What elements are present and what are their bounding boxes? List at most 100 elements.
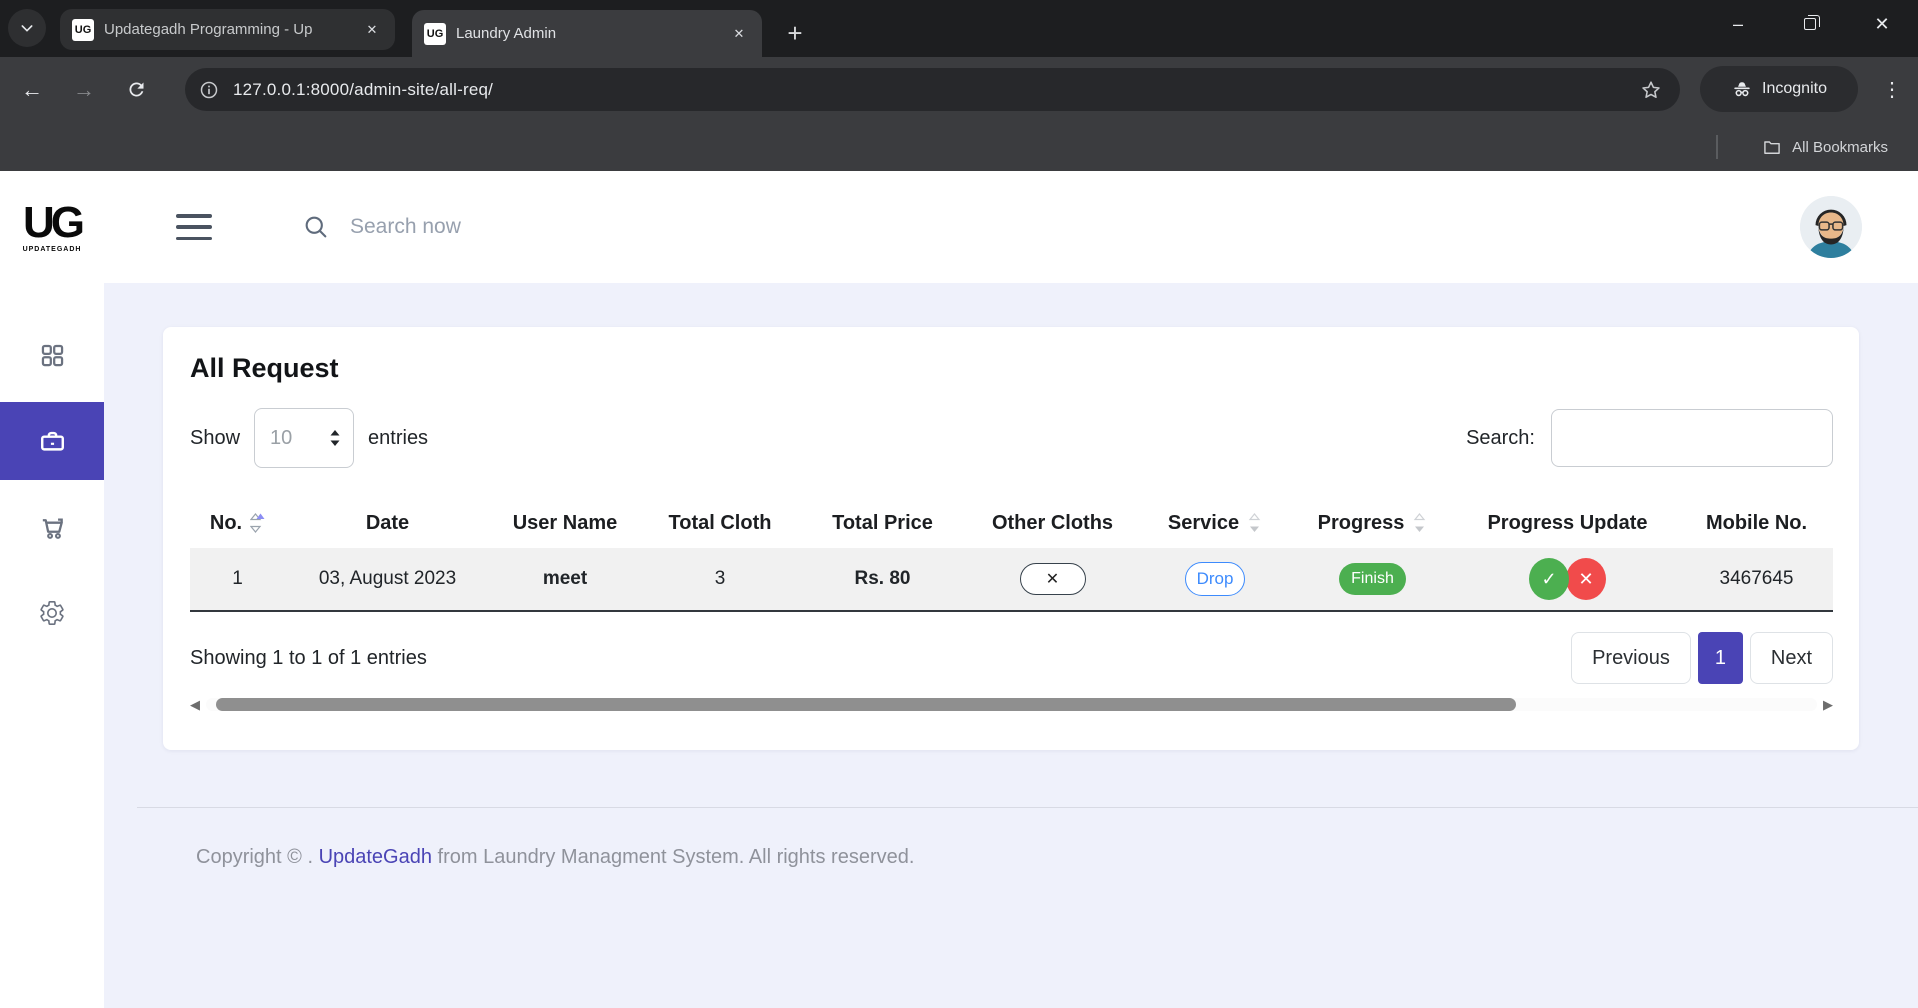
search-icon — [302, 213, 330, 241]
column-header-progress[interactable]: Progress — [1290, 498, 1455, 548]
address-bar[interactable]: 127.0.0.1:8000/admin-site/all-req/ — [185, 68, 1680, 111]
table-header-row: No. Date User Name Total Cl — [190, 498, 1833, 548]
minimize-button[interactable]: – — [1702, 0, 1774, 48]
reload-button[interactable] — [116, 70, 156, 110]
cell-mobile-no: 3467645 — [1680, 548, 1833, 610]
new-tab-button[interactable]: + — [778, 16, 812, 50]
entries-summary: Showing 1 to 1 of 1 entries — [190, 647, 427, 670]
sidebar-item-orders[interactable] — [0, 488, 104, 566]
logo-text: UG — [23, 201, 81, 245]
reload-icon — [126, 79, 147, 100]
table-info-row: Showing 1 to 1 of 1 entries Previous 1 N… — [190, 632, 1833, 684]
bookmark-star-icon[interactable] — [1640, 79, 1662, 101]
sidebar-item-settings[interactable] — [0, 574, 104, 652]
table-search-input[interactable] — [1551, 409, 1833, 467]
cell-user-name: meet — [490, 548, 640, 610]
tab-close-icon[interactable]: ✕ — [728, 23, 750, 45]
service-drop-button[interactable]: Drop — [1185, 562, 1245, 596]
tab-title: Updategadh Programming - Up — [104, 21, 361, 38]
scroll-right-arrow[interactable]: ▶ — [1823, 698, 1833, 711]
scrollbar-thumb[interactable] — [216, 698, 1516, 711]
reject-button[interactable]: ✕ — [1566, 558, 1606, 600]
incognito-icon — [1731, 78, 1753, 100]
tab-updategadh[interactable]: UG Updategadh Programming - Up ✕ — [60, 9, 395, 50]
other-cloths-button[interactable]: ✕ — [1020, 563, 1086, 595]
select-arrows-icon — [329, 428, 341, 448]
next-page-button[interactable]: Next — [1750, 632, 1833, 684]
table-body: 1 03, August 2023 meet 3 Rs. 80 ✕ Drop F… — [190, 548, 1833, 612]
forward-button[interactable]: → — [64, 70, 104, 110]
entries-length-control: Show 10 entries — [190, 408, 428, 468]
header-search-input[interactable] — [350, 215, 850, 239]
restore-icon — [1804, 18, 1816, 30]
horizontal-scrollbar: ◀ ▶ — [190, 696, 1833, 712]
site-logo[interactable]: UG UPDATEGADH — [0, 201, 104, 253]
cell-other-cloths: ✕ — [965, 548, 1140, 610]
scrollbar-track[interactable] — [206, 698, 1817, 711]
all-bookmarks-button[interactable]: All Bookmarks — [1752, 130, 1898, 164]
back-button[interactable]: ← — [12, 70, 52, 110]
show-label: Show — [190, 427, 240, 450]
ug-favicon: UG — [424, 23, 446, 45]
app-body: All Request Show 10 entries Search: — [0, 283, 1918, 1008]
column-header-date[interactable]: Date — [285, 498, 490, 548]
table-row: 1 03, August 2023 meet 3 Rs. 80 ✕ Drop F… — [190, 548, 1833, 612]
user-avatar[interactable] — [1800, 196, 1862, 258]
shopping-cart-icon — [38, 513, 67, 542]
bookmarks-divider — [1716, 135, 1718, 159]
approve-button[interactable]: ✓ — [1529, 558, 1569, 600]
all-bookmarks-label: All Bookmarks — [1792, 139, 1888, 156]
cell-date: 03, August 2023 — [285, 548, 490, 610]
entries-select[interactable]: 10 — [254, 408, 354, 468]
bookmarks-bar: All Bookmarks — [0, 122, 1918, 171]
sidebar-item-dashboard[interactable] — [0, 316, 104, 394]
sidebar-item-requests[interactable] — [0, 402, 104, 480]
cell-total-cloth: 3 — [640, 548, 800, 610]
browser-chrome: UG Updategadh Programming - Up ✕ UG Laun… — [0, 0, 1918, 171]
tab-title: Laundry Admin — [456, 25, 728, 42]
current-page-button[interactable]: 1 — [1698, 632, 1743, 684]
column-header-other-cloths[interactable]: Other Cloths — [965, 498, 1140, 548]
dashboard-grid-icon — [39, 342, 66, 369]
cell-service: Drop — [1140, 548, 1290, 610]
updategadh-link[interactable]: UpdateGadh — [319, 846, 432, 868]
column-header-user-name[interactable]: User Name — [490, 498, 640, 548]
tab-search-button[interactable] — [8, 9, 46, 47]
logo-subtext: UPDATEGADH — [23, 246, 82, 253]
briefcase-icon — [38, 427, 67, 456]
previous-page-button[interactable]: Previous — [1571, 632, 1691, 684]
tab-laundry-admin[interactable]: UG Laundry Admin ✕ — [412, 10, 762, 57]
folder-icon — [1762, 137, 1782, 157]
entries-label: entries — [368, 427, 428, 450]
footer-divider — [137, 807, 1918, 808]
page-info-icon[interactable] — [199, 80, 219, 100]
tab-strip: UG Updategadh Programming - Up ✕ UG Laun… — [0, 0, 1918, 57]
requests-table: No. Date User Name Total Cl — [190, 498, 1833, 612]
cell-progress: Finish — [1290, 548, 1455, 610]
progress-update-buttons: ✓ ✕ — [1529, 558, 1606, 600]
column-header-no[interactable]: No. — [190, 498, 285, 548]
entries-select-value: 10 — [270, 427, 292, 450]
scroll-left-arrow[interactable]: ◀ — [190, 698, 200, 711]
incognito-badge: Incognito — [1700, 66, 1858, 112]
search-label: Search: — [1466, 427, 1535, 450]
column-header-total-price[interactable]: Total Price — [800, 498, 965, 548]
column-header-mobile-no[interactable]: Mobile No. — [1680, 498, 1833, 548]
restore-button[interactable] — [1774, 0, 1846, 48]
cell-progress-update: ✓ ✕ — [1455, 548, 1680, 610]
pagination: Previous 1 Next — [1571, 632, 1833, 684]
column-header-progress-update[interactable]: Progress Update — [1455, 498, 1680, 548]
sort-icons — [1247, 512, 1262, 534]
browser-menu-button[interactable]: ⋮ — [1872, 69, 1912, 109]
footer-copyright: Copyright © . UpdateGadh from Laundry Ma… — [196, 846, 1918, 869]
tab-close-icon[interactable]: ✕ — [361, 19, 383, 41]
column-header-service[interactable]: Service — [1140, 498, 1290, 548]
hamburger-menu-icon[interactable] — [176, 214, 212, 240]
sidebar — [0, 283, 104, 1008]
browser-toolbar: ← → 127.0.0.1:8000/admin-site/all-req/ — [0, 57, 1918, 122]
cell-total-price: Rs. 80 — [800, 548, 965, 610]
column-header-total-cloth[interactable]: Total Cloth — [640, 498, 800, 548]
ug-favicon: UG — [72, 19, 94, 41]
close-window-button[interactable]: ✕ — [1846, 0, 1918, 48]
chevron-down-icon — [19, 20, 35, 36]
